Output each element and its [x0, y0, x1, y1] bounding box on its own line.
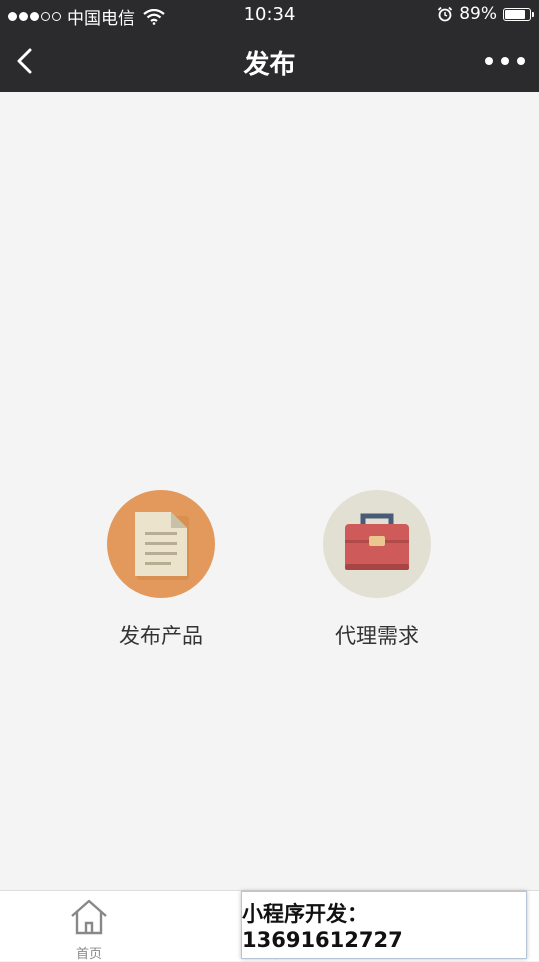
page-title: 发布: [243, 50, 296, 80]
publish-product-label: 发布产品: [119, 624, 203, 648]
contact-overlay: 小程序开发：13691612727: [241, 891, 527, 959]
publish-product-button[interactable]: 发布产品: [71, 490, 251, 650]
status-bar: 中国电信 10:34 89%: [0, 0, 539, 30]
agent-demand-button[interactable]: 代理需求: [287, 490, 467, 650]
battery-icon: [503, 7, 534, 21]
more-dot: [485, 57, 493, 65]
more-dot: [517, 57, 525, 65]
more-dot: [501, 57, 509, 65]
document-icon: [107, 490, 215, 598]
agent-demand-label: 代理需求: [335, 624, 419, 648]
toolbox-icon: [323, 490, 431, 598]
status-right: 89%: [437, 4, 534, 24]
more-options-button[interactable]: [485, 50, 525, 72]
tab-home[interactable]: 首页: [29, 897, 149, 962]
battery-percent: 89%: [459, 4, 497, 24]
home-icon: [71, 899, 107, 935]
alarm-icon: [438, 6, 453, 22]
tab-home-label: 首页: [75, 947, 102, 962]
navigation-bar: 发布: [0, 30, 539, 92]
